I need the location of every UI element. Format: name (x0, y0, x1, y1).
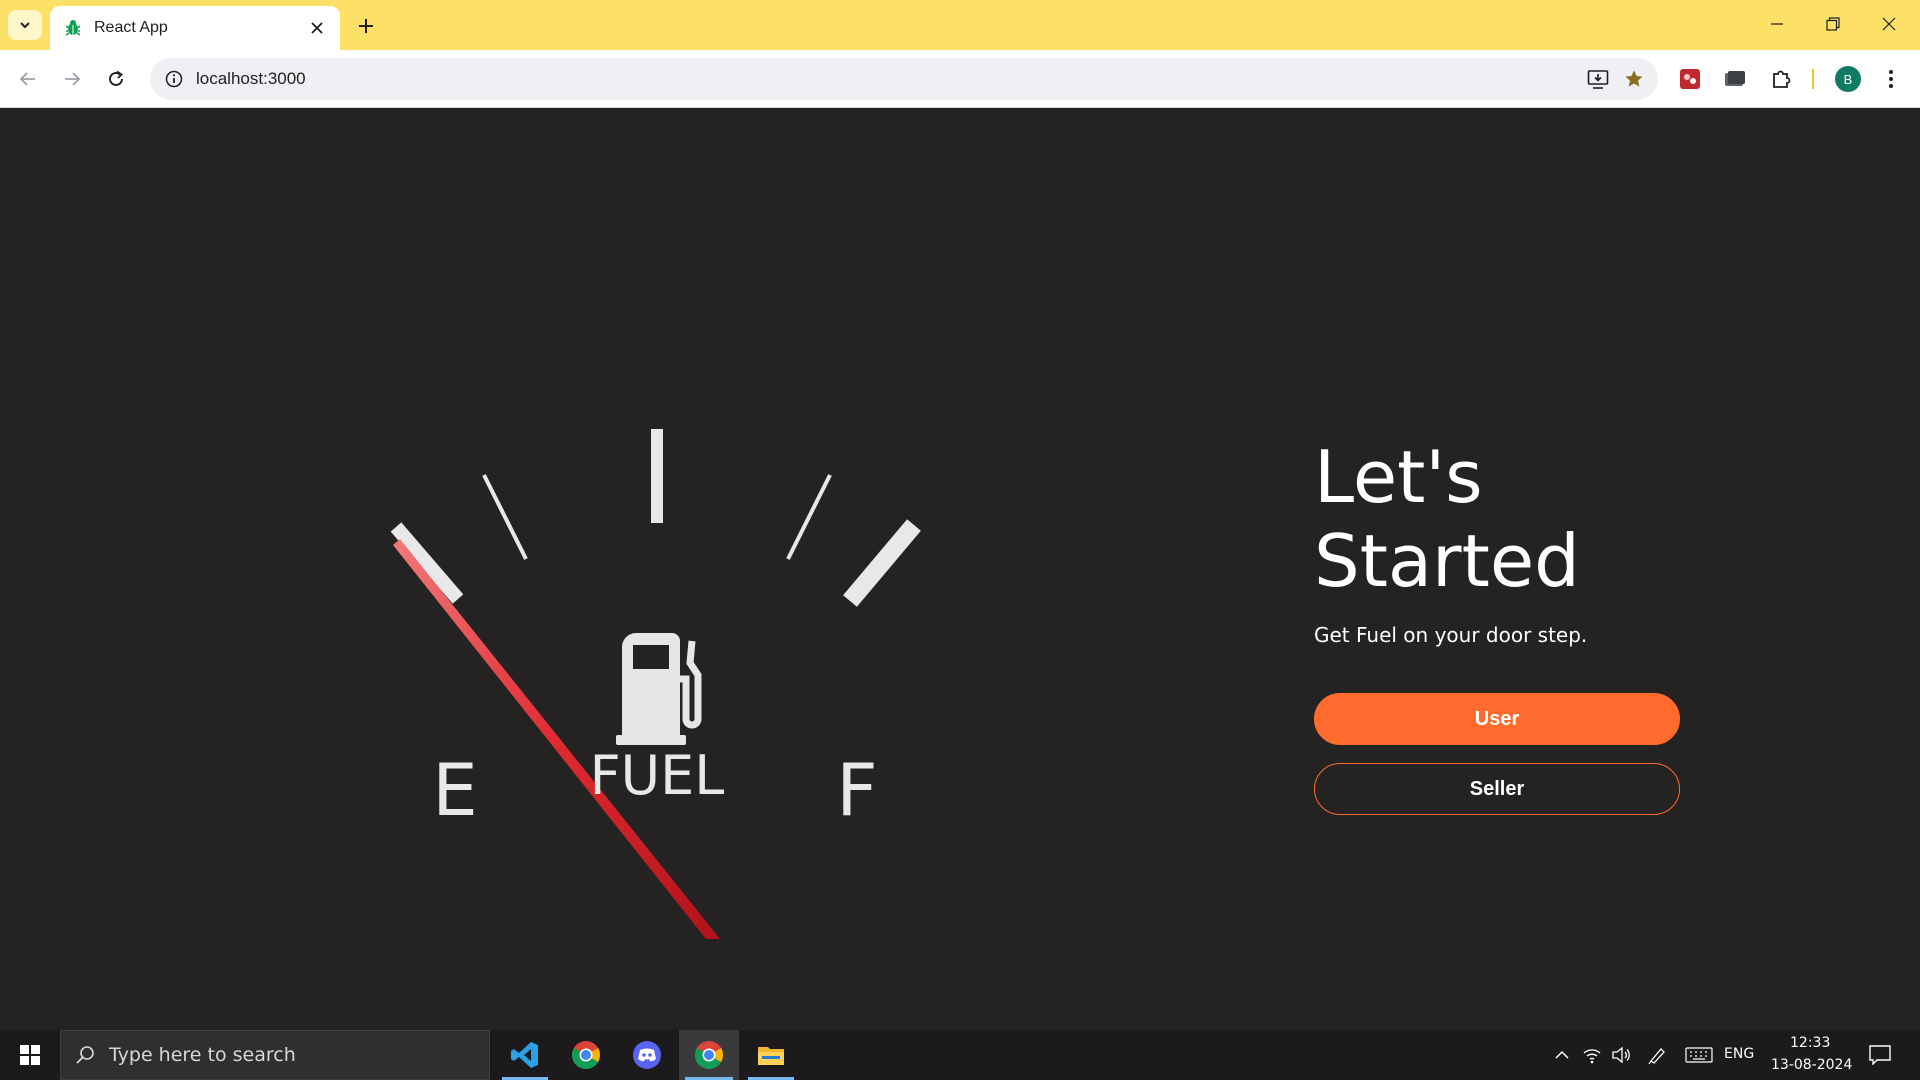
gauge-label-empty: E (432, 748, 478, 832)
windows-taskbar: Type here to search ENG 12:33 13-08-2024 (0, 1030, 1920, 1080)
extensions-puzzle-icon[interactable] (1763, 61, 1799, 97)
gauge-tick-quarter (482, 474, 528, 560)
address-bar[interactable]: localhost:3000 (150, 58, 1658, 100)
search-icon (76, 1046, 94, 1064)
show-hidden-icons[interactable] (1550, 1043, 1574, 1067)
clock-date[interactable]: 13-08-2024 (1771, 1057, 1852, 1073)
volume-icon[interactable] (1609, 1043, 1633, 1067)
vscode-icon (511, 1042, 538, 1068)
user-button[interactable]: User (1314, 693, 1680, 745)
keyboard-icon[interactable] (1684, 1043, 1714, 1067)
chrome-icon (695, 1041, 723, 1069)
plus-icon (359, 19, 373, 33)
install-app-icon[interactable] (1580, 61, 1616, 97)
extension-gray-icon[interactable] (1717, 61, 1753, 97)
chevron-down-icon (20, 22, 30, 29)
hero-subtitle: Get Fuel on your door step. (1314, 623, 1588, 647)
bookmark-star-icon[interactable] (1616, 61, 1652, 97)
close-icon (1882, 17, 1896, 31)
gauge-tick-three-quarter (786, 474, 832, 560)
hero-title: Let's Started (1314, 435, 1580, 603)
search-placeholder: Type here to search (109, 1044, 296, 1066)
chrome-menu-icon[interactable] (1873, 61, 1909, 97)
arrow-right-icon (65, 72, 81, 86)
taskbar-search-box[interactable]: Type here to search (60, 1030, 490, 1080)
pen-icon[interactable] (1645, 1043, 1669, 1067)
taskbar-chrome-2[interactable] (679, 1030, 739, 1080)
restore-button[interactable] (1810, 6, 1856, 42)
arrow-left-icon (19, 72, 35, 86)
toolbar-divider (1812, 69, 1814, 89)
notifications-icon[interactable] (1868, 1043, 1892, 1067)
minimize-button[interactable] (1754, 6, 1800, 42)
reload-button[interactable] (98, 61, 134, 97)
windows-logo-icon (20, 1045, 40, 1065)
browser-toolbar: localhost:3000 (0, 50, 1920, 108)
close-tab-icon[interactable] (306, 17, 328, 39)
tab-search-button[interactable] (8, 10, 42, 40)
new-tab-button[interactable] (352, 12, 380, 40)
back-button[interactable] (10, 61, 46, 97)
chevron-up-icon (1555, 1050, 1569, 1059)
start-button[interactable] (0, 1030, 60, 1080)
taskbar-file-explorer[interactable] (742, 1030, 800, 1080)
tab-title: React App (94, 19, 168, 36)
landing-page: FUEL E F Let's Started Get Fuel on your … (0, 109, 1920, 1030)
url-text: localhost:3000 (196, 69, 306, 88)
file-explorer-icon (758, 1047, 784, 1065)
gauge-tick-empty (390, 522, 464, 604)
network-icon[interactable] (1580, 1043, 1604, 1067)
hero-panel: Let's Started Get Fuel on your door step… (1314, 435, 1680, 815)
taskbar-discord[interactable] (618, 1030, 676, 1080)
minimize-icon (1771, 23, 1783, 25)
fuel-pump-icon (616, 633, 702, 745)
discord-icon (633, 1041, 661, 1069)
profile-avatar[interactable]: B (1835, 66, 1861, 92)
chrome-icon (572, 1041, 600, 1069)
close-window-button[interactable] (1866, 6, 1912, 42)
site-info-icon[interactable] (158, 63, 190, 95)
language-indicator[interactable]: ENG (1724, 1046, 1754, 1062)
fuel-gauge-illustration: FUEL E F (390, 429, 921, 939)
taskbar-chrome-1[interactable] (557, 1030, 615, 1080)
seller-button[interactable]: Seller (1314, 763, 1680, 815)
gauge-label-full: F (836, 748, 877, 832)
reload-icon (109, 70, 123, 86)
restore-icon (1826, 17, 1840, 31)
gauge-tick-full (843, 519, 921, 607)
gauge-label-fuel: FUEL (590, 744, 725, 807)
clock-time[interactable]: 12:33 (1790, 1035, 1830, 1051)
bug-favicon-icon (62, 17, 84, 39)
taskbar-vscode[interactable] (496, 1030, 554, 1080)
forward-button[interactable] (54, 61, 90, 97)
browser-tab-strip: React App (0, 0, 1920, 50)
extension-red-icon[interactable] (1672, 61, 1708, 97)
active-tab[interactable]: React App (50, 6, 340, 50)
